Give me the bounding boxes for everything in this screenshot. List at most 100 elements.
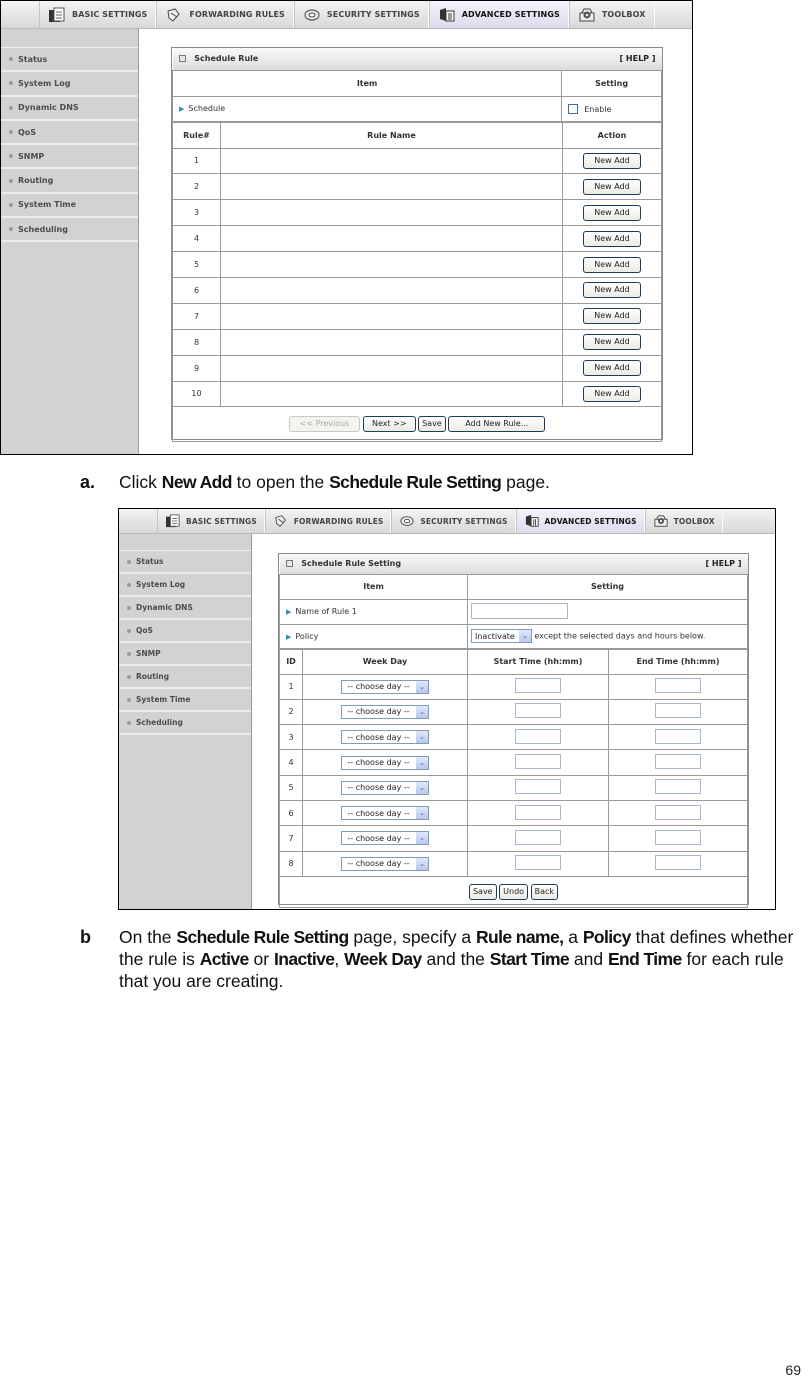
sidebar-item-label: Scheduling [18, 224, 68, 234]
tab-forwarding-rules[interactable]: FORWARDING RULES [264, 509, 392, 533]
toolbox-gear-icon [579, 8, 595, 21]
previous-button[interactable]: << Previous [288, 416, 361, 433]
start-time-input[interactable] [515, 855, 561, 871]
action-cell: New Add [562, 173, 662, 201]
advanced-panel-icon [439, 7, 455, 21]
row-id: 7 [279, 825, 303, 852]
row-id: 3 [279, 724, 303, 751]
sidebar-item-routing[interactable]: Routing [119, 666, 251, 689]
sidebar-item-label: Routing [18, 176, 54, 186]
tab-label: TOOLBOX [601, 10, 646, 19]
id-header: ID [279, 648, 303, 675]
end-time-input[interactable] [655, 678, 701, 694]
sidebar-item-dynamic-dns[interactable]: Dynamic DNS [1, 97, 138, 121]
sidebar-item-system-log[interactable]: System Log [119, 574, 251, 597]
week-day-select[interactable]: -- choose day -- ⌄ [341, 780, 429, 795]
sidebar-item-system-time[interactable]: System Time [1, 194, 138, 219]
new-add-button[interactable]: New Add [583, 204, 641, 221]
new-add-button[interactable]: New Add [583, 178, 641, 195]
sidebar-item-routing[interactable]: Routing [1, 169, 138, 194]
start-time-cell [467, 698, 609, 726]
end-time-input[interactable] [655, 804, 701, 820]
week-day-value: -- choose day -- [347, 682, 410, 692]
week-day-value: -- choose day -- [347, 732, 410, 742]
tab-security-settings[interactable]: SECURITY SETTINGS [293, 1, 429, 28]
start-time-input[interactable] [515, 829, 561, 845]
save-button[interactable]: Save [468, 883, 497, 900]
end-time-input[interactable] [655, 829, 701, 845]
help-link[interactable]: [ HELP ] [705, 559, 741, 568]
start-time-cell [467, 749, 609, 776]
rule-name-cell [220, 380, 563, 408]
sidebar-item-status[interactable]: Status [1, 48, 138, 73]
week-day-select[interactable]: -- choose day -- ⌄ [341, 679, 429, 694]
rule-name-input[interactable] [471, 602, 568, 619]
back-button[interactable]: Back [530, 883, 559, 900]
new-add-button[interactable]: New Add [583, 334, 641, 351]
next-button[interactable]: Next >> [362, 416, 416, 433]
start-time-input[interactable] [515, 779, 561, 795]
week-day-select[interactable]: -- choose day -- ⌄ [341, 704, 429, 719]
tab-toolbox[interactable]: TOOLBOX [568, 1, 655, 28]
sidebar-item-qos[interactable]: QoS [119, 620, 251, 643]
undo-button[interactable]: Undo [499, 883, 529, 900]
schedule-label: Schedule [188, 104, 226, 113]
week-day-select[interactable]: -- choose day -- ⌄ [341, 806, 429, 821]
week-day-row: 3 -- choose day -- ⌄ [279, 724, 748, 751]
sidebar-item-dynamic-dns[interactable]: Dynamic DNS [119, 597, 251, 620]
new-add-button[interactable]: New Add [583, 385, 641, 402]
row-id: 2 [279, 698, 303, 726]
end-time-input[interactable] [655, 779, 701, 795]
week-day-select[interactable]: -- choose day -- ⌄ [341, 831, 429, 846]
policy-select[interactable]: Inactivate ⌄ [471, 629, 532, 643]
sidebar-item-status[interactable]: Status [119, 551, 251, 574]
week-day-select[interactable]: -- choose day -- ⌄ [341, 856, 429, 871]
enable-label: Enable [584, 104, 612, 114]
start-time-input[interactable] [515, 728, 561, 744]
help-link[interactable]: [ HELP ] [619, 54, 655, 63]
tab-basic-settings[interactable]: BASIC SETTINGS [157, 509, 265, 533]
sidebar-item-snmp[interactable]: SNMP [119, 643, 251, 666]
chevron-down-icon: ⌄ [416, 832, 428, 845]
new-add-button[interactable]: New Add [583, 256, 641, 273]
tab-basic-settings[interactable]: BASIC SETTINGS [39, 1, 157, 28]
new-add-button[interactable]: New Add [583, 230, 641, 247]
new-add-button[interactable]: New Add [583, 152, 641, 169]
end-time-input[interactable] [655, 728, 701, 744]
end-time-header: End Time (hh:mm) [608, 648, 748, 675]
rule-number: 2 [172, 173, 221, 201]
enable-checkbox[interactable] [568, 103, 579, 114]
start-time-input[interactable] [515, 754, 561, 770]
sidebar-item-snmp[interactable]: SNMP [1, 145, 138, 170]
end-time-input[interactable] [655, 754, 701, 770]
week-day-select[interactable]: -- choose day -- ⌄ [341, 755, 429, 770]
sidebar-item-system-log[interactable]: System Log [1, 72, 138, 97]
tab-forwarding-rules[interactable]: FORWARDING RULES [156, 1, 294, 28]
sidebar-item-label: Routing [136, 672, 170, 681]
tab-label: ADVANCED SETTINGS [544, 516, 637, 526]
add-new-rule-button[interactable]: Add New Rule... [448, 416, 546, 433]
end-time-input[interactable] [655, 855, 701, 871]
tab-toolbox[interactable]: TOOLBOX [644, 509, 723, 533]
tab-advanced-settings[interactable]: ADVANCED SETTINGS [428, 1, 569, 28]
week-day-select[interactable]: -- choose day -- ⌄ [341, 730, 429, 745]
rule-name-cell [220, 173, 563, 201]
new-add-button[interactable]: New Add [583, 360, 641, 377]
start-time-input[interactable] [515, 703, 561, 719]
end-time-input[interactable] [655, 703, 701, 719]
tab-label: FORWARDING RULES [293, 516, 384, 526]
new-add-button[interactable]: New Add [583, 282, 641, 299]
text: Click [119, 472, 162, 492]
save-button[interactable]: Save [418, 416, 446, 433]
start-time-input[interactable] [515, 804, 561, 820]
tab-security-settings[interactable]: SECURITY SETTINGS [391, 509, 516, 533]
policy-label: Policy [295, 631, 319, 641]
new-add-button[interactable]: New Add [583, 308, 641, 325]
sidebar-item-qos[interactable]: QoS [1, 121, 138, 146]
sidebar-item-scheduling[interactable]: Scheduling [1, 218, 138, 243]
sidebar-item-label: Status [18, 54, 48, 64]
sidebar-item-scheduling[interactable]: Scheduling [119, 712, 251, 735]
sidebar-item-system-time[interactable]: System Time [119, 689, 251, 712]
start-time-input[interactable] [515, 678, 561, 694]
tab-advanced-settings[interactable]: ADVANCED SETTINGS [515, 509, 645, 533]
